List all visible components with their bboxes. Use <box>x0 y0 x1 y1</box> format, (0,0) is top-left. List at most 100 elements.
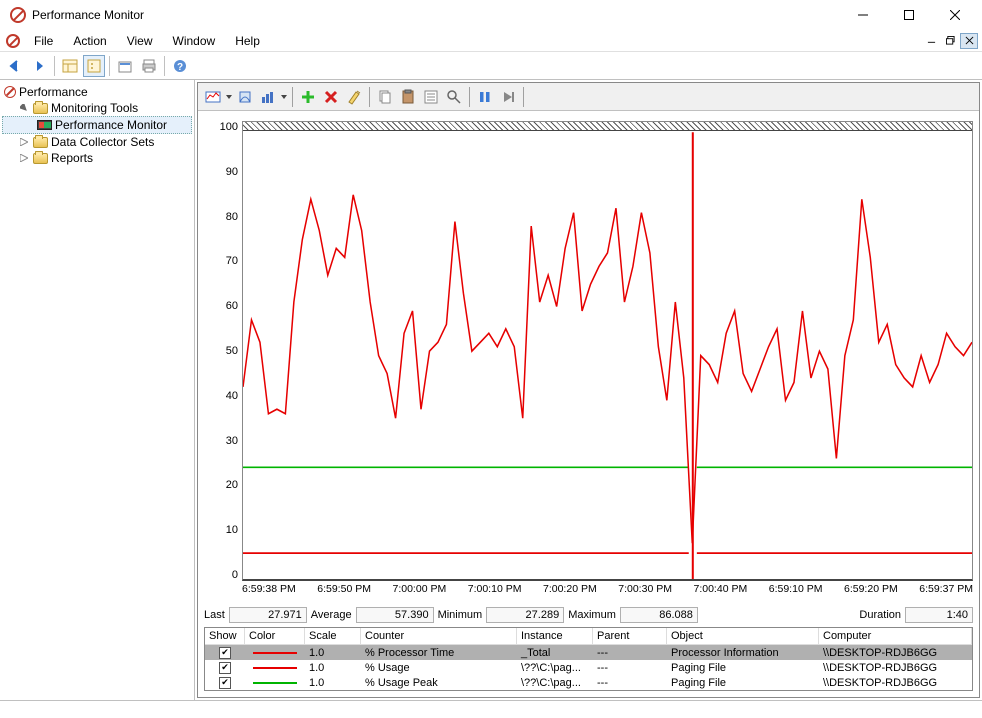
object-cell: Paging File <box>667 660 819 675</box>
color-sample <box>253 652 297 654</box>
copy-button[interactable] <box>374 86 396 108</box>
computer-cell: \\DESKTOP-RDJB6GG <box>819 675 972 690</box>
instance-cell: \??\C:\pag... <box>517 660 593 675</box>
menu-view[interactable]: View <box>117 32 163 50</box>
view-log-button[interactable] <box>234 86 256 108</box>
header-object[interactable]: Object <box>667 628 819 645</box>
stats-row: Last 27.971 Average 57.390 Minimum27.289 M… <box>198 599 979 627</box>
dur-label: Duration <box>859 609 901 621</box>
last-label: Last <box>204 609 225 621</box>
expand-icon[interactable] <box>18 102 30 114</box>
menu-window[interactable]: Window <box>163 32 226 50</box>
tree-reports[interactable]: Reports <box>2 150 192 166</box>
window-title: Performance Monitor <box>32 8 840 22</box>
back-button[interactable] <box>4 55 26 77</box>
monitor-panel: 1009080706050403020100 6:59:38 PM6:59:50… <box>197 82 980 698</box>
last-value: 27.971 <box>229 607 307 623</box>
view-dropdown[interactable] <box>225 86 233 108</box>
tree-label: Performance Monitor <box>55 118 167 132</box>
counter-list: Show Color Scale Counter Instance Parent… <box>204 627 973 691</box>
view-current-button[interactable] <box>202 86 224 108</box>
mdi-minimize-button[interactable] <box>922 33 940 49</box>
monitor-icon <box>37 120 52 130</box>
freeze-button[interactable] <box>474 86 496 108</box>
paste-button[interactable] <box>397 86 419 108</box>
chart-type-dropdown[interactable] <box>280 86 288 108</box>
update-button[interactable] <box>497 86 519 108</box>
chart-container: 1009080706050403020100 6:59:38 PM6:59:50… <box>198 111 979 599</box>
maximize-button[interactable] <box>886 0 932 30</box>
zoom-button[interactable] <box>443 86 465 108</box>
tree-label: Performance <box>19 85 88 99</box>
mdi-close-button[interactable] <box>960 33 978 49</box>
header-counter[interactable]: Counter <box>361 628 517 645</box>
help-button[interactable]: ? <box>169 55 191 77</box>
tree-performance-monitor[interactable]: Performance Monitor <box>2 116 192 134</box>
counter-row[interactable]: ✔ 1.0% Processor Time_Total---Processor I… <box>205 645 972 660</box>
counter-row[interactable]: ✔1.0% Usage\??\C:\pag...---Paging File\\… <box>205 660 972 675</box>
y-axis: 1009080706050403020100 <box>204 121 242 581</box>
scale-cell: 1.0 <box>305 675 361 690</box>
header-parent[interactable]: Parent <box>593 628 667 645</box>
parent-cell: --- <box>593 660 667 675</box>
header-scale[interactable]: Scale <box>305 628 361 645</box>
avg-label: Average <box>311 609 352 621</box>
parent-cell: --- <box>593 645 667 660</box>
computer-cell: \\DESKTOP-RDJB6GG <box>819 645 972 660</box>
tree-data-collector-sets[interactable]: Data Collector Sets <box>2 134 192 150</box>
tree-label: Monitoring Tools <box>51 101 138 115</box>
plot-area[interactable] <box>242 121 973 581</box>
header-color[interactable]: Color <box>245 628 305 645</box>
remove-counter-button[interactable] <box>320 86 342 108</box>
show-checkbox[interactable]: ✔ <box>219 647 231 659</box>
x-axis: 6:59:38 PM6:59:50 PM7:00:00 PM7:00:10 PM… <box>204 581 973 595</box>
header-instance[interactable]: Instance <box>517 628 593 645</box>
expand-icon[interactable] <box>18 152 30 164</box>
menu-bar: File Action View Window Help <box>0 30 982 52</box>
counter-cell: % Processor Time <box>361 645 517 660</box>
dur-value: 1:40 <box>905 607 973 623</box>
expand-icon[interactable] <box>18 136 30 148</box>
chart-type-button[interactable] <box>257 86 279 108</box>
folder-icon <box>33 103 48 114</box>
properties-chart-button[interactable] <box>420 86 442 108</box>
menu-file[interactable]: File <box>24 32 63 50</box>
instance-cell: _Total <box>517 645 593 660</box>
show-checkbox[interactable]: ✔ <box>219 662 231 674</box>
tree-root-performance[interactable]: Performance <box>2 84 192 100</box>
counter-header: Show Color Scale Counter Instance Parent… <box>205 628 972 645</box>
tree-monitoring-tools[interactable]: Monitoring Tools <box>2 100 192 116</box>
counter-cell: % Usage Peak <box>361 675 517 690</box>
forward-button[interactable] <box>28 55 50 77</box>
avg-value: 57.390 <box>356 607 434 623</box>
color-sample <box>253 682 297 684</box>
show-hide-tree-button[interactable] <box>59 55 81 77</box>
minimize-button[interactable] <box>840 0 886 30</box>
counter-row[interactable]: ✔1.0% Usage Peak\??\C:\pag...---Paging F… <box>205 675 972 690</box>
header-computer[interactable]: Computer <box>819 628 972 645</box>
menu-action[interactable]: Action <box>63 32 116 50</box>
main-toolbar: ? <box>0 52 982 80</box>
max-label: Maximum <box>568 609 616 621</box>
counter-cell: % Usage <box>361 660 517 675</box>
header-show[interactable]: Show <box>205 628 245 645</box>
close-button[interactable] <box>932 0 978 30</box>
instance-cell: \??\C:\pag... <box>517 675 593 690</box>
min-label: Minimum <box>438 609 483 621</box>
properties-button[interactable] <box>83 55 105 77</box>
export-button[interactable] <box>114 55 136 77</box>
highlight-button[interactable] <box>343 86 365 108</box>
add-counter-button[interactable] <box>297 86 319 108</box>
object-cell: Processor Information <box>667 645 819 660</box>
scale-cell: 1.0 <box>305 660 361 675</box>
show-checkbox[interactable]: ✔ <box>219 677 231 689</box>
scale-cell: 1.0 <box>305 645 361 660</box>
tree-label: Data Collector Sets <box>51 135 154 149</box>
min-value: 27.289 <box>486 607 564 623</box>
tree-label: Reports <box>51 151 93 165</box>
title-bar: Performance Monitor <box>0 0 982 30</box>
menu-help[interactable]: Help <box>225 32 270 50</box>
print-button[interactable] <box>138 55 160 77</box>
menu-app-icon <box>6 34 20 48</box>
mdi-restore-button[interactable] <box>941 33 959 49</box>
